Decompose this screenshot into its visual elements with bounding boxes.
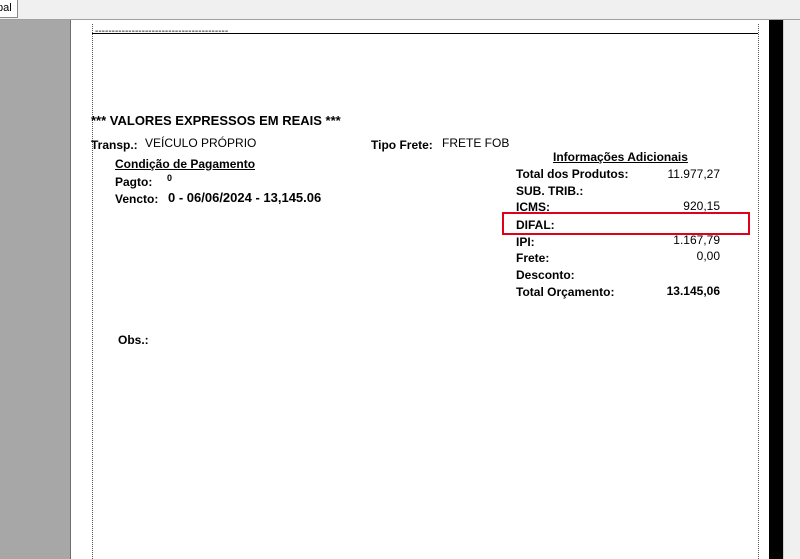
transp-value: VEÍCULO PRÓPRIO — [145, 136, 257, 150]
vencto-value: 0 - 06/06/2024 - 13,145.06 — [168, 190, 322, 205]
info-label-sub-trib: SUB. TRIB.: — [516, 184, 584, 198]
toolbar: pal — [0, 0, 800, 20]
difal-highlight-box — [502, 212, 750, 235]
info-value-ipi: 1.167,79 — [673, 233, 720, 247]
info-label-ipi: IPI: — [516, 235, 535, 249]
pagto-value: 0 — [167, 173, 173, 183]
info-value-total-produtos: 11.977,27 — [667, 167, 721, 181]
tab-label: pal — [0, 2, 12, 14]
tipo-frete-value: FRETE FOB — [442, 136, 510, 150]
info-value-icms: 920,15 — [683, 199, 720, 213]
workspace-left — [0, 20, 71, 559]
info-label-frete: Frete: — [516, 251, 550, 265]
currency-heading: *** VALORES EXPRESSOS EM REAIS *** — [91, 113, 341, 128]
info-label-desconto: Desconto: — [516, 268, 575, 282]
dash-separator: ---------------------------------------- — [95, 27, 229, 37]
payment-title: Condição de Pagamento — [115, 157, 256, 171]
transp-label: Transp.: — [91, 138, 138, 152]
margin-guide-right — [758, 24, 759, 559]
tipo-frete-label: Tipo Frete: — [371, 138, 433, 152]
page-shadow — [769, 20, 783, 559]
info-label-total-orcamento: Total Orçamento: — [516, 285, 615, 299]
tab-partial[interactable]: pal — [0, 0, 18, 18]
info-value-frete: 0,00 — [696, 249, 720, 263]
info-title: Informações Adicionais — [553, 150, 688, 164]
margin-guide-left — [92, 24, 93, 559]
info-label-total-produtos: Total dos Produtos: — [516, 167, 629, 181]
info-value-total-orcamento: 13.145,06 — [666, 284, 720, 298]
vencto-label: Vencto: — [115, 192, 159, 206]
right-scroll-area[interactable] — [783, 20, 800, 559]
pagto-label: Pagto: — [115, 175, 153, 189]
obs-label: Obs.: — [118, 333, 149, 347]
